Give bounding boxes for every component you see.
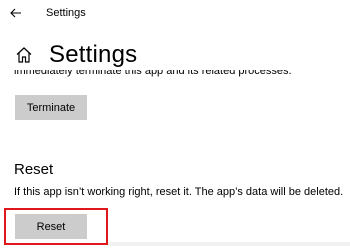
page-title: Settings xyxy=(49,41,138,68)
window-title: Settings xyxy=(46,7,86,19)
back-arrow-icon xyxy=(10,8,21,18)
back-button[interactable] xyxy=(4,2,28,24)
terminate-description: immediately terminate this app and its r… xyxy=(14,70,292,77)
page-header: Settings xyxy=(14,40,137,70)
reset-heading: Reset xyxy=(14,161,54,178)
title-bar: Settings xyxy=(0,0,350,28)
home-icon[interactable] xyxy=(14,45,34,65)
scroll-divider xyxy=(108,242,350,246)
terminate-button[interactable]: Terminate xyxy=(15,95,87,120)
settings-window: Settings Settings immediately terminate … xyxy=(0,0,350,249)
reset-button[interactable]: Reset xyxy=(15,214,87,239)
settings-content[interactable]: immediately terminate this app and its r… xyxy=(0,70,350,249)
reset-description: If this app isn’t working right, reset i… xyxy=(14,186,344,198)
